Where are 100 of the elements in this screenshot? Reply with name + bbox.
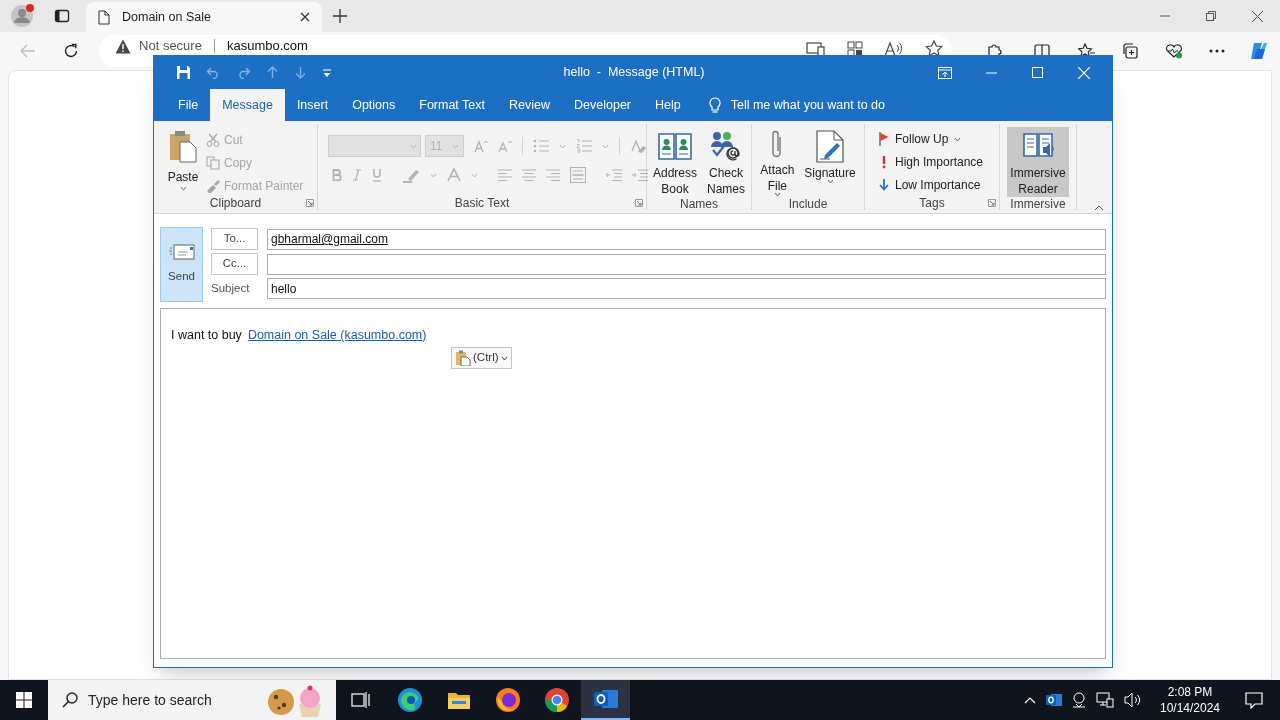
folder-icon	[446, 690, 471, 710]
firefox-icon	[494, 687, 521, 713]
copilot-icon[interactable]	[1248, 40, 1270, 62]
ribbon-button[interactable]: Signature	[801, 127, 859, 197]
ribbon-tab[interactable]: File	[166, 89, 211, 121]
subject-label: Subject	[211, 280, 251, 296]
cc-field[interactable]	[267, 253, 1106, 275]
ribbon-tab[interactable]: Developer	[562, 89, 643, 121]
app-install-icon[interactable]	[806, 40, 826, 57]
copy-icon	[206, 156, 220, 170]
signature-icon	[815, 129, 845, 163]
collapse-ribbon-icon[interactable]	[1094, 205, 1104, 211]
ribbon-button[interactable]: Immersive Reader	[1007, 127, 1069, 197]
network-icon[interactable]	[1096, 692, 1114, 708]
ribbon-tab[interactable]: Insert	[284, 89, 341, 121]
to-button[interactable]: To...	[211, 228, 258, 250]
group-label: Clipboard	[209, 194, 262, 212]
caret-icon	[559, 143, 566, 149]
save-icon[interactable]	[176, 65, 191, 80]
down-arrow-icon	[879, 179, 889, 191]
lightbulb-icon[interactable]	[708, 96, 721, 114]
outlook-tray-icon[interactable]	[1046, 692, 1062, 708]
caret-icon	[826, 179, 834, 184]
grid-icon[interactable]	[847, 40, 863, 57]
outlook-icon	[592, 687, 619, 711]
favorite-star-icon[interactable]	[925, 40, 943, 57]
profile-icon[interactable]	[10, 3, 36, 29]
paste-options-button[interactable]: (Ctrl)	[451, 347, 512, 369]
warning-icon	[115, 39, 132, 54]
task-view-icon	[350, 691, 371, 709]
read-aloud-icon[interactable]	[884, 40, 904, 57]
tab-title: Domain on Sale	[122, 8, 212, 26]
flag-icon	[879, 132, 889, 146]
body-text: I want to buy	[171, 327, 242, 344]
dialog-launcher-icon	[988, 199, 996, 207]
caret-icon	[471, 172, 478, 178]
dialog-launcher-icon	[635, 199, 643, 207]
tag-button[interactable]: Low Importance	[879, 176, 999, 194]
chrome-icon	[543, 687, 570, 713]
clipboard-icon	[455, 350, 471, 366]
chevron-up-icon[interactable]	[1024, 696, 1036, 704]
browser-tab[interactable]: Domain on Sale	[86, 2, 322, 32]
caret-icon	[602, 143, 609, 149]
heart-pulse-icon[interactable]	[1165, 43, 1183, 59]
notifications-icon[interactable]	[1245, 691, 1263, 709]
clock-time[interactable]: 2:08 PM	[1167, 684, 1213, 700]
font-name-field[interactable]	[328, 135, 421, 157]
ribbon-display-icon[interactable]	[938, 66, 952, 79]
caret-icon	[179, 186, 187, 191]
close-icon[interactable]	[1251, 10, 1263, 22]
close-icon[interactable]	[300, 12, 310, 22]
tab-actions-icon[interactable]	[54, 8, 70, 24]
cc-button[interactable]: Cc...	[211, 253, 258, 275]
caret-icon	[410, 143, 417, 149]
group-label: Names	[680, 195, 718, 213]
tag-button[interactable]: High Importance	[879, 153, 999, 171]
ribbon-tab[interactable]: Format Text	[407, 89, 497, 121]
ribbon-tab[interactable]: Options	[340, 89, 408, 121]
edge-icon	[396, 687, 423, 713]
ribbon-button[interactable]: Attach File	[757, 127, 798, 197]
customize-icon[interactable]	[322, 67, 332, 78]
recipient-address[interactable]: gbharmal@gmail.com	[271, 230, 388, 248]
volume-icon[interactable]	[1124, 692, 1142, 708]
ribbon-button[interactable]: Check Names	[704, 127, 748, 197]
maximize-icon[interactable]	[1031, 67, 1043, 78]
group-label: Immersive	[1010, 195, 1066, 213]
windows-icon[interactable]	[16, 692, 32, 708]
to-field[interactable]: gbharmal@gmail.com	[267, 228, 1106, 250]
ribbon-button[interactable]: Address Book	[649, 127, 700, 197]
tell-me-field[interactable]: Tell me what you want to do	[730, 95, 885, 115]
paste-button[interactable]: Paste	[166, 130, 200, 195]
window-title: hello - Message (HTML)	[562, 64, 706, 82]
more-icon[interactable]	[1209, 49, 1225, 53]
envelope-icon	[168, 243, 195, 260]
message-body[interactable]: I want to buy Domain on Sale (kasumbo.com) (Ctrl)	[160, 308, 1106, 659]
security-label: Not secure	[139, 39, 202, 53]
check-names-icon	[709, 130, 743, 162]
send-button[interactable]: Send	[160, 227, 203, 302]
ribbon-tab[interactable]: Help	[643, 89, 693, 121]
caret-icon	[500, 355, 508, 361]
taskbar-app[interactable]	[581, 680, 630, 720]
search-icon	[62, 692, 78, 708]
exclamation-icon	[881, 155, 887, 169]
restore-icon[interactable]	[1206, 11, 1216, 21]
clock-date[interactable]: 10/14/2024	[1159, 700, 1221, 716]
font-color-icon[interactable]	[447, 168, 461, 182]
caret-icon	[430, 172, 437, 178]
page-icon	[98, 9, 110, 25]
taskbar-search-field[interactable]: Type here to search	[48, 680, 336, 720]
ribbon-tab[interactable]: Message	[210, 89, 285, 121]
paintbrush-icon	[206, 179, 220, 193]
collections-icon[interactable]	[1122, 43, 1138, 59]
tag-button[interactable]: Follow Up	[879, 130, 999, 148]
body-link[interactable]: Domain on Sale (kasumbo.com)	[247, 326, 427, 345]
url-text: kasumbo.com	[226, 39, 308, 53]
subject-field[interactable]: hello	[267, 278, 1106, 299]
dialog-launcher-icon	[306, 199, 314, 207]
ribbon-tab[interactable]: Review	[497, 89, 562, 121]
reload-icon[interactable]	[63, 43, 80, 59]
new-tab-icon[interactable]	[333, 9, 347, 23]
